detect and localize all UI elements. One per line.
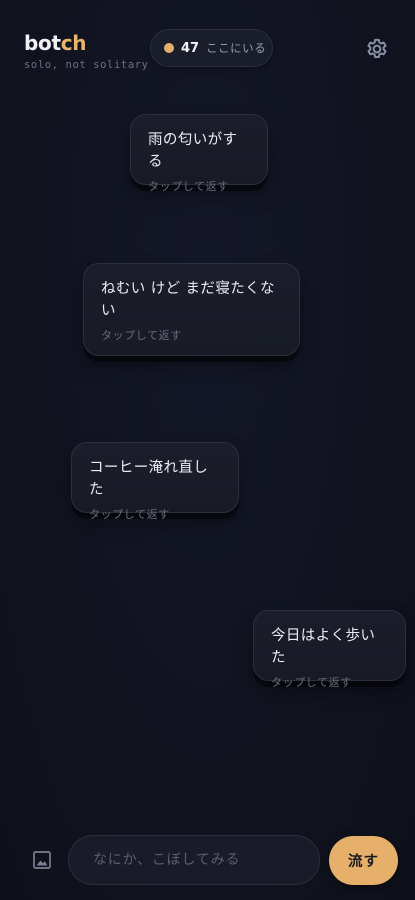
send-button[interactable]: 流す <box>329 836 398 885</box>
presence-label: ここにいる <box>206 41 267 55</box>
bubble-hint: タップして返す <box>271 676 352 689</box>
bubble-text: ねむい けど まだ寝たくない <box>101 281 275 319</box>
brand: botch solo, not solitary <box>24 30 149 71</box>
brand-logo-main: bot <box>24 31 61 55</box>
presence-badge: 47 ここにいる <box>150 29 273 67</box>
floating-bubble[interactable]: ねむい けど まだ寝たくない タップして返す <box>83 263 300 356</box>
app-screen: botch solo, not solitary 47 ここにいる 雨の匂いがす… <box>0 0 415 900</box>
gear-icon <box>367 38 387 58</box>
floating-bubble[interactable]: コーヒー淹れ直した タップして返す <box>71 442 239 521</box>
presence-count: 47 <box>181 40 200 56</box>
floating-bubble[interactable]: 雨の匂いがする タップして返す <box>130 114 268 193</box>
bubble-hint: タップして返す <box>101 329 182 342</box>
image-icon <box>33 851 51 869</box>
message-composer <box>68 835 320 885</box>
settings-button[interactable] <box>364 36 390 62</box>
brand-logo: botch <box>24 30 149 56</box>
bubble-hint: タップして返す <box>148 180 229 193</box>
attach-image-button[interactable] <box>32 850 52 870</box>
bubble-text: 今日はよく歩いた <box>271 628 376 666</box>
brand-logo-accent: ch <box>60 31 87 55</box>
presence-dot-icon <box>164 43 174 53</box>
bubble-text: 雨の匂いがする <box>148 132 238 170</box>
brand-tagline: solo, not solitary <box>24 59 149 71</box>
bubble-hint: タップして返す <box>89 508 170 521</box>
floating-bubble[interactable]: 今日はよく歩いた タップして返す <box>253 610 406 689</box>
message-input[interactable] <box>91 851 297 869</box>
bubble-text: コーヒー淹れ直した <box>89 460 209 498</box>
